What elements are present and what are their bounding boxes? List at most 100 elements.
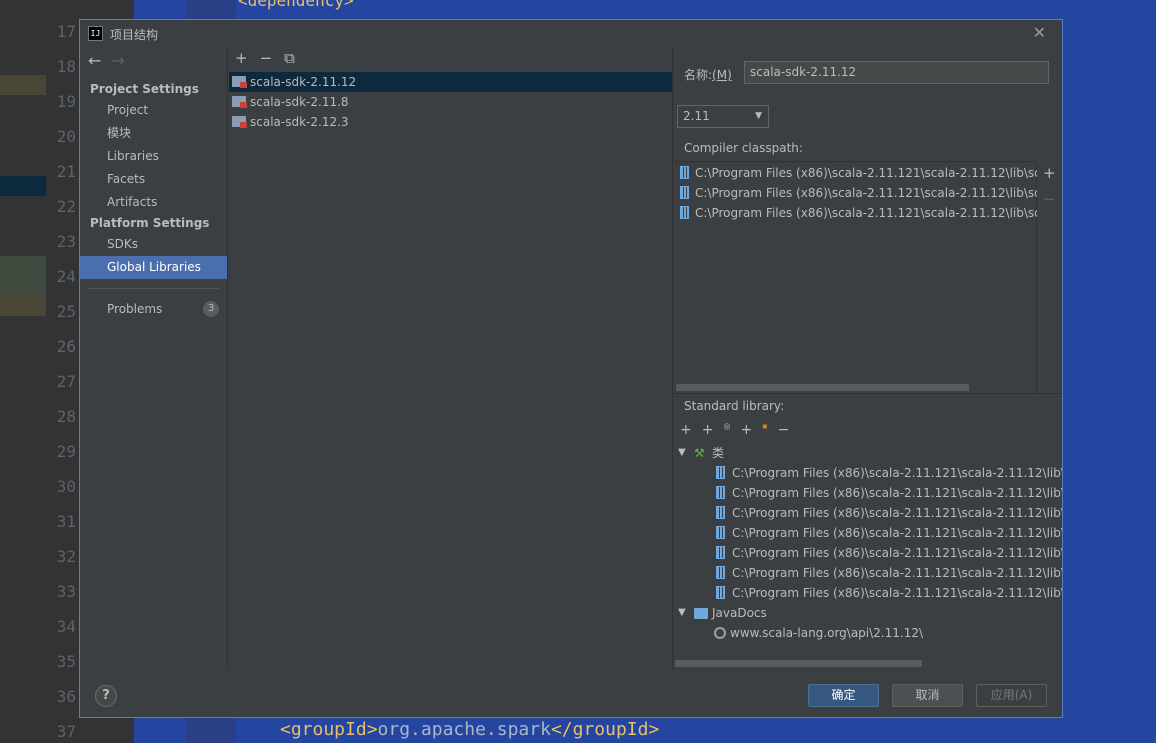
hammer-icon: ⚒ <box>694 446 705 460</box>
dialog-title: 项目结构 <box>110 28 159 42</box>
list-item-scala-sdk-2-11-8[interactable]: scala-sdk-2.11.8 <box>229 92 672 112</box>
jar-icon <box>680 206 689 219</box>
code-line-groupid: <groupId>org.apache.spark</groupId> <box>280 719 660 740</box>
expand-triangle-icon[interactable]: ▼ <box>678 603 686 623</box>
sdk-label: scala-sdk-2.12.3 <box>250 115 349 129</box>
scala-version-select[interactable]: 2.11 ▼ <box>677 105 769 128</box>
code-line-dependency: <dependency> <box>238 0 354 10</box>
sidebar-item-facets[interactable]: Facets <box>80 168 227 191</box>
line-number: 37 <box>56 722 76 741</box>
line-number: 24 <box>56 267 76 286</box>
tree-node-javadoc-url[interactable]: www.scala-lang.org\api\2.11.12\ <box>712 623 1062 643</box>
list-item[interactable]: C:\Program Files (x86)\scala-2.11.121\sc… <box>675 163 1037 183</box>
line-number: 30 <box>56 477 76 496</box>
tree-node-classes[interactable]: ▼ ⚒ 类 <box>676 443 1062 463</box>
line-number: 36 <box>56 687 76 706</box>
project-structure-dialog: IJ 项目结构 ✕ ← → Project Settings Project 模块… <box>79 19 1063 718</box>
intellij-app-icon: IJ <box>88 26 103 41</box>
version-value: 2.11 <box>683 109 710 123</box>
sidebar-item-artifacts[interactable]: Artifacts <box>80 191 227 214</box>
jar-icon <box>716 566 725 579</box>
copy-icon[interactable]: ⧉ <box>284 49 295 67</box>
classes-label: 类 <box>712 446 725 460</box>
expand-triangle-icon[interactable]: ▼ <box>678 443 686 463</box>
line-number: 19 <box>56 92 76 111</box>
compiler-classpath-list[interactable]: C:\Program Files (x86)\scala-2.11.121\sc… <box>675 161 1037 393</box>
list-item[interactable]: C:\Program Files (x86)\scala-2.11.121\sc… <box>675 203 1037 223</box>
jar-icon <box>716 546 725 559</box>
remove-classpath-icon[interactable]: − <box>1043 190 1056 208</box>
line-number: 22 <box>56 197 76 216</box>
line-number: 31 <box>56 512 76 531</box>
remove-icon[interactable]: − <box>260 49 273 67</box>
name-input[interactable]: scala-sdk-2.11.12 <box>744 61 1049 84</box>
classpath-entry: C:\Program Files (x86)\scala-2.11.121\sc… <box>695 186 1037 200</box>
ok-button[interactable]: 确定 <box>808 684 879 707</box>
tree-node-class-jar[interactable]: C:\Program Files (x86)\scala-2.11.121\sc… <box>712 543 1062 563</box>
tree-node-class-jar[interactable]: C:\Program Files (x86)\scala-2.11.121\sc… <box>712 463 1062 483</box>
class-path-entry: C:\Program Files (x86)\scala-2.11.121\sc… <box>732 466 1062 480</box>
sdk-label: scala-sdk-2.11.12 <box>250 75 357 89</box>
add-icon[interactable]: + <box>680 422 692 438</box>
add-library-icon[interactable]: + ▪ <box>740 421 767 438</box>
class-path-entry: C:\Program Files (x86)\scala-2.11.121\sc… <box>732 486 1062 500</box>
forward-arrow-icon[interactable]: → <box>111 51 124 70</box>
apply-button[interactable]: 应用(A) <box>976 684 1047 707</box>
line-number: 29 <box>56 442 76 461</box>
sidebar-item-libraries[interactable]: Libraries <box>80 145 227 168</box>
add-icon[interactable]: + <box>235 49 248 67</box>
javadoc-url: www.scala-lang.org\api\2.11.12\ <box>730 626 924 640</box>
sidebar-item-modules[interactable]: 模块 <box>80 122 227 145</box>
standard-library-label: Standard library: <box>684 399 785 413</box>
sidebar-item-project[interactable]: Project <box>80 99 227 122</box>
classpath-entry: C:\Program Files (x86)\scala-2.11.121\sc… <box>695 166 1037 180</box>
jar-icon <box>716 526 725 539</box>
line-number: 21 <box>56 162 76 181</box>
list-item[interactable]: C:\Program Files (x86)\scala-2.11.121\sc… <box>675 183 1037 203</box>
gutter-highlight <box>0 256 46 296</box>
line-number: 23 <box>56 232 76 251</box>
tree-node-class-jar[interactable]: C:\Program Files (x86)\scala-2.11.121\sc… <box>712 503 1062 523</box>
horizontal-scrollbar[interactable] <box>675 660 922 667</box>
name-label: 名称:(M) <box>684 68 732 82</box>
line-number: 34 <box>56 617 76 636</box>
tree-node-class-jar[interactable]: C:\Program Files (x86)\scala-2.11.121\sc… <box>712 563 1062 583</box>
tree-node-class-jar[interactable]: C:\Program Files (x86)\scala-2.11.121\sc… <box>712 483 1062 503</box>
tree-node-class-jar[interactable]: C:\Program Files (x86)\scala-2.11.121\sc… <box>712 523 1062 543</box>
sidebar-item-global-libraries[interactable]: Global Libraries <box>80 256 227 279</box>
add-attach-icon[interactable]: + ◎ <box>702 421 731 438</box>
sidebar-item-sdks[interactable]: SDKs <box>80 233 227 256</box>
class-path-entry: C:\Program Files (x86)\scala-2.11.121\sc… <box>732 506 1062 520</box>
list-item-scala-sdk-2-11-12[interactable]: scala-sdk-2.11.12 <box>229 72 672 92</box>
back-arrow-icon[interactable]: ← <box>88 51 101 70</box>
line-number: 27 <box>56 372 76 391</box>
line-number: 25 <box>56 302 76 321</box>
cancel-button[interactable]: 取消 <box>892 684 963 707</box>
list-item-scala-sdk-2-12-3[interactable]: scala-sdk-2.12.3 <box>229 112 672 132</box>
gutter-highlight <box>0 176 46 196</box>
line-number: 32 <box>56 547 76 566</box>
gutter-highlight <box>0 296 46 316</box>
problems-count-badge: 3 <box>203 301 219 317</box>
close-icon[interactable]: ✕ <box>1033 23 1046 42</box>
line-number: 35 <box>56 652 76 671</box>
help-icon[interactable]: ? <box>95 685 117 707</box>
line-number: 26 <box>56 337 76 356</box>
project-settings-heading: Project Settings <box>90 82 199 96</box>
sdk-label: scala-sdk-2.11.8 <box>250 95 349 109</box>
line-number: 20 <box>56 127 76 146</box>
class-path-entry: C:\Program Files (x86)\scala-2.11.121\sc… <box>732 566 1062 580</box>
add-classpath-icon[interactable]: + <box>1043 164 1056 182</box>
nav-arrows: ← → <box>88 51 135 70</box>
tree-node-javadocs[interactable]: ▼ JavaDocs <box>676 603 1062 623</box>
remove-icon[interactable]: − <box>778 422 790 438</box>
horizontal-scrollbar[interactable] <box>676 384 969 391</box>
jar-icon <box>680 186 689 199</box>
jar-icon <box>716 486 725 499</box>
compiler-classpath-label: Compiler classpath: <box>684 141 803 155</box>
tree-node-class-jar[interactable]: C:\Program Files (x86)\scala-2.11.121\sc… <box>712 583 1062 603</box>
library-detail-panel: 名称:(M) scala-sdk-2.11.12 2.11 ▼ Compiler… <box>674 47 1062 670</box>
library-folder-icon <box>232 116 247 128</box>
sidebar-divider <box>88 288 220 289</box>
sidebar-item-problems[interactable]: Problems 3 <box>80 298 227 321</box>
